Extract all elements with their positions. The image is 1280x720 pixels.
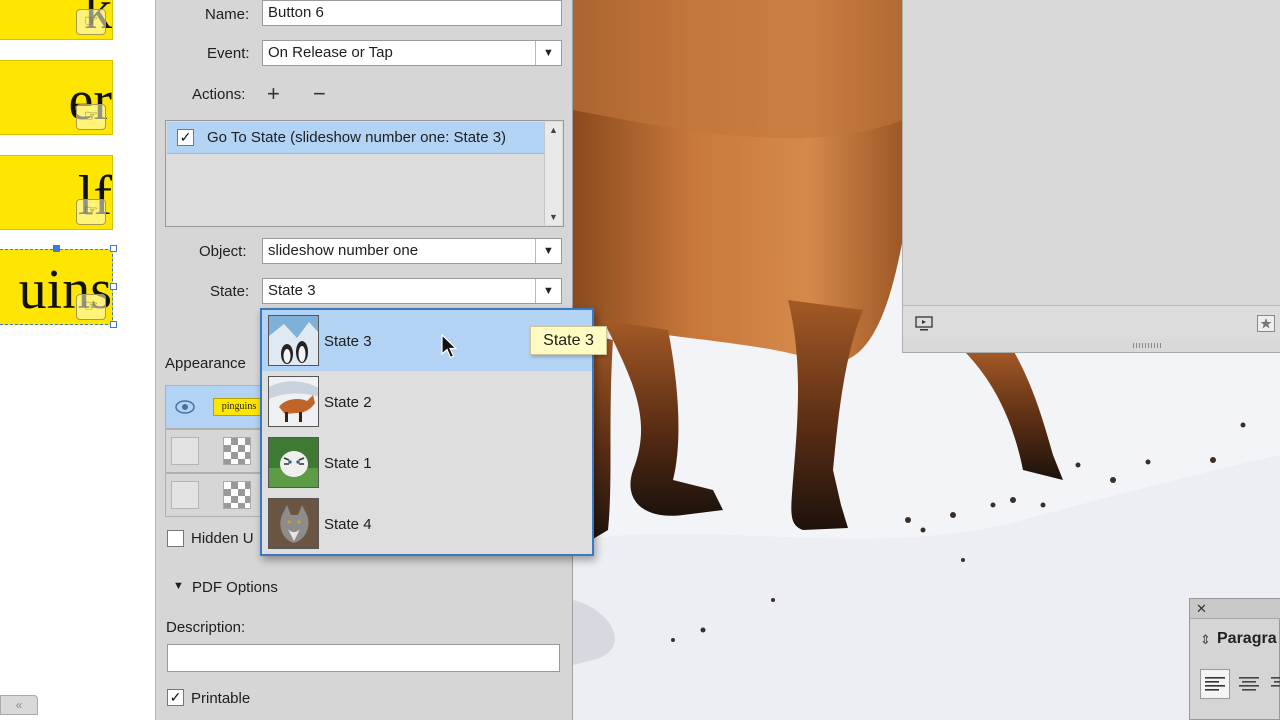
- button-er[interactable]: er ☞: [0, 60, 113, 135]
- actions-scrollbar[interactable]: ▲ ▼: [544, 122, 562, 225]
- align-left-icon[interactable]: [1200, 669, 1230, 699]
- scroll-down-icon[interactable]: ▼: [545, 212, 562, 222]
- state-label: State:: [210, 283, 250, 300]
- paragraph-panel-title: Paragra: [1217, 630, 1277, 647]
- align-center-icon[interactable]: [1238, 675, 1260, 695]
- state-option-1[interactable]: State 1: [262, 432, 592, 493]
- actions-list[interactable]: ✓ Go To State (slideshow number one: Sta…: [165, 120, 564, 227]
- appearance-toggle[interactable]: [171, 437, 199, 465]
- appearance-label: Appearance: [165, 355, 246, 372]
- selection-handle[interactable]: [110, 283, 117, 290]
- button-lf[interactable]: lf ☞: [0, 155, 113, 230]
- hidden-label: Hidden U: [191, 530, 254, 547]
- button-penguins-selected[interactable]: uins ☞: [0, 249, 113, 325]
- appearance-thumbnail: pinguins: [213, 398, 265, 416]
- description-label: Description:: [166, 619, 246, 636]
- align-right-icon[interactable]: [1270, 675, 1280, 695]
- name-field[interactable]: Button 6: [262, 0, 562, 26]
- printable-checkbox[interactable]: ✓: [167, 689, 184, 706]
- wolf-thumbnail: [268, 498, 319, 549]
- event-dropdown[interactable]: On Release or Tap ▼: [262, 40, 562, 66]
- selection-handle[interactable]: [110, 245, 117, 252]
- name-label: Name:: [205, 6, 250, 23]
- preview-monitor-icon[interactable]: [915, 316, 933, 332]
- mouse-cursor-icon: [441, 334, 457, 359]
- white-tiger-thumbnail: [268, 437, 319, 488]
- state-dropdown[interactable]: State 3 ▼: [262, 278, 562, 304]
- hand-pointer-icon: ☞: [76, 9, 106, 35]
- printable-label: Printable: [191, 690, 251, 707]
- description-field[interactable]: [167, 644, 560, 672]
- expand-collapse-icon[interactable]: ⇕: [1200, 632, 1211, 648]
- state-tooltip: State 3: [530, 326, 607, 355]
- hand-pointer-icon: ☞: [76, 199, 106, 225]
- paragraph-panel: ✕ ⇕ Paragra: [1189, 598, 1280, 720]
- action-enabled-checkbox[interactable]: ✓: [177, 129, 194, 146]
- remove-action-icon[interactable]: −: [313, 83, 326, 105]
- selection-handle[interactable]: [110, 321, 117, 328]
- penguins-thumbnail: [268, 315, 319, 366]
- hand-pointer-icon: ☞: [76, 104, 106, 130]
- disclosure-triangle-icon[interactable]: ▼: [173, 580, 184, 592]
- actions-label: Actions:: [192, 86, 246, 103]
- state-option-4[interactable]: State 4: [262, 493, 592, 554]
- appearance-toggle[interactable]: [171, 481, 199, 509]
- transparent-thumbnail: [223, 481, 251, 509]
- document-page: k ☞ er ☞ lf ☞ uins ☞ «: [0, 0, 155, 720]
- chevron-down-icon[interactable]: ▼: [535, 41, 561, 65]
- red-fox-thumbnail: [268, 376, 319, 427]
- preview-panel: [902, 0, 1280, 353]
- state-option-label: State 4: [324, 516, 372, 533]
- state-option-label: State 3: [324, 333, 372, 350]
- object-dropdown[interactable]: slideshow number one ▼: [262, 238, 562, 264]
- eye-icon[interactable]: [174, 398, 196, 416]
- action-list-item[interactable]: ✓ Go To State (slideshow number one: Sta…: [167, 122, 544, 154]
- state-option-label: State 1: [324, 455, 372, 472]
- state-option-label: State 2: [324, 394, 372, 411]
- collapse-panel-button[interactable]: «: [0, 695, 38, 715]
- resize-grip[interactable]: [1133, 343, 1163, 348]
- state-option-2[interactable]: State 2: [262, 371, 592, 432]
- chevron-down-icon[interactable]: ▼: [535, 279, 561, 303]
- object-label: Object:: [199, 243, 247, 260]
- state-value: State 3: [268, 282, 316, 299]
- object-value: slideshow number one: [268, 242, 419, 259]
- chevron-down-icon[interactable]: ▼: [535, 239, 561, 263]
- hidden-checkbox[interactable]: [167, 530, 184, 547]
- hand-pointer-icon: ☞: [76, 294, 106, 320]
- star-icon[interactable]: [1257, 315, 1275, 332]
- preview-toolbar: [903, 305, 1280, 339]
- event-value: On Release or Tap: [268, 44, 393, 61]
- add-action-icon[interactable]: +: [267, 83, 280, 105]
- selection-handle[interactable]: [53, 245, 60, 252]
- paragraph-panel-header: ✕: [1190, 599, 1280, 619]
- scroll-up-icon[interactable]: ▲: [545, 125, 562, 135]
- transparent-thumbnail: [223, 437, 251, 465]
- event-label: Event:: [207, 45, 250, 62]
- action-item-label: Go To State (slideshow number one: State…: [207, 129, 507, 146]
- button-k[interactable]: k ☞: [0, 0, 113, 40]
- pdf-options-heading[interactable]: PDF Options: [192, 579, 278, 596]
- close-icon[interactable]: ✕: [1196, 601, 1207, 617]
